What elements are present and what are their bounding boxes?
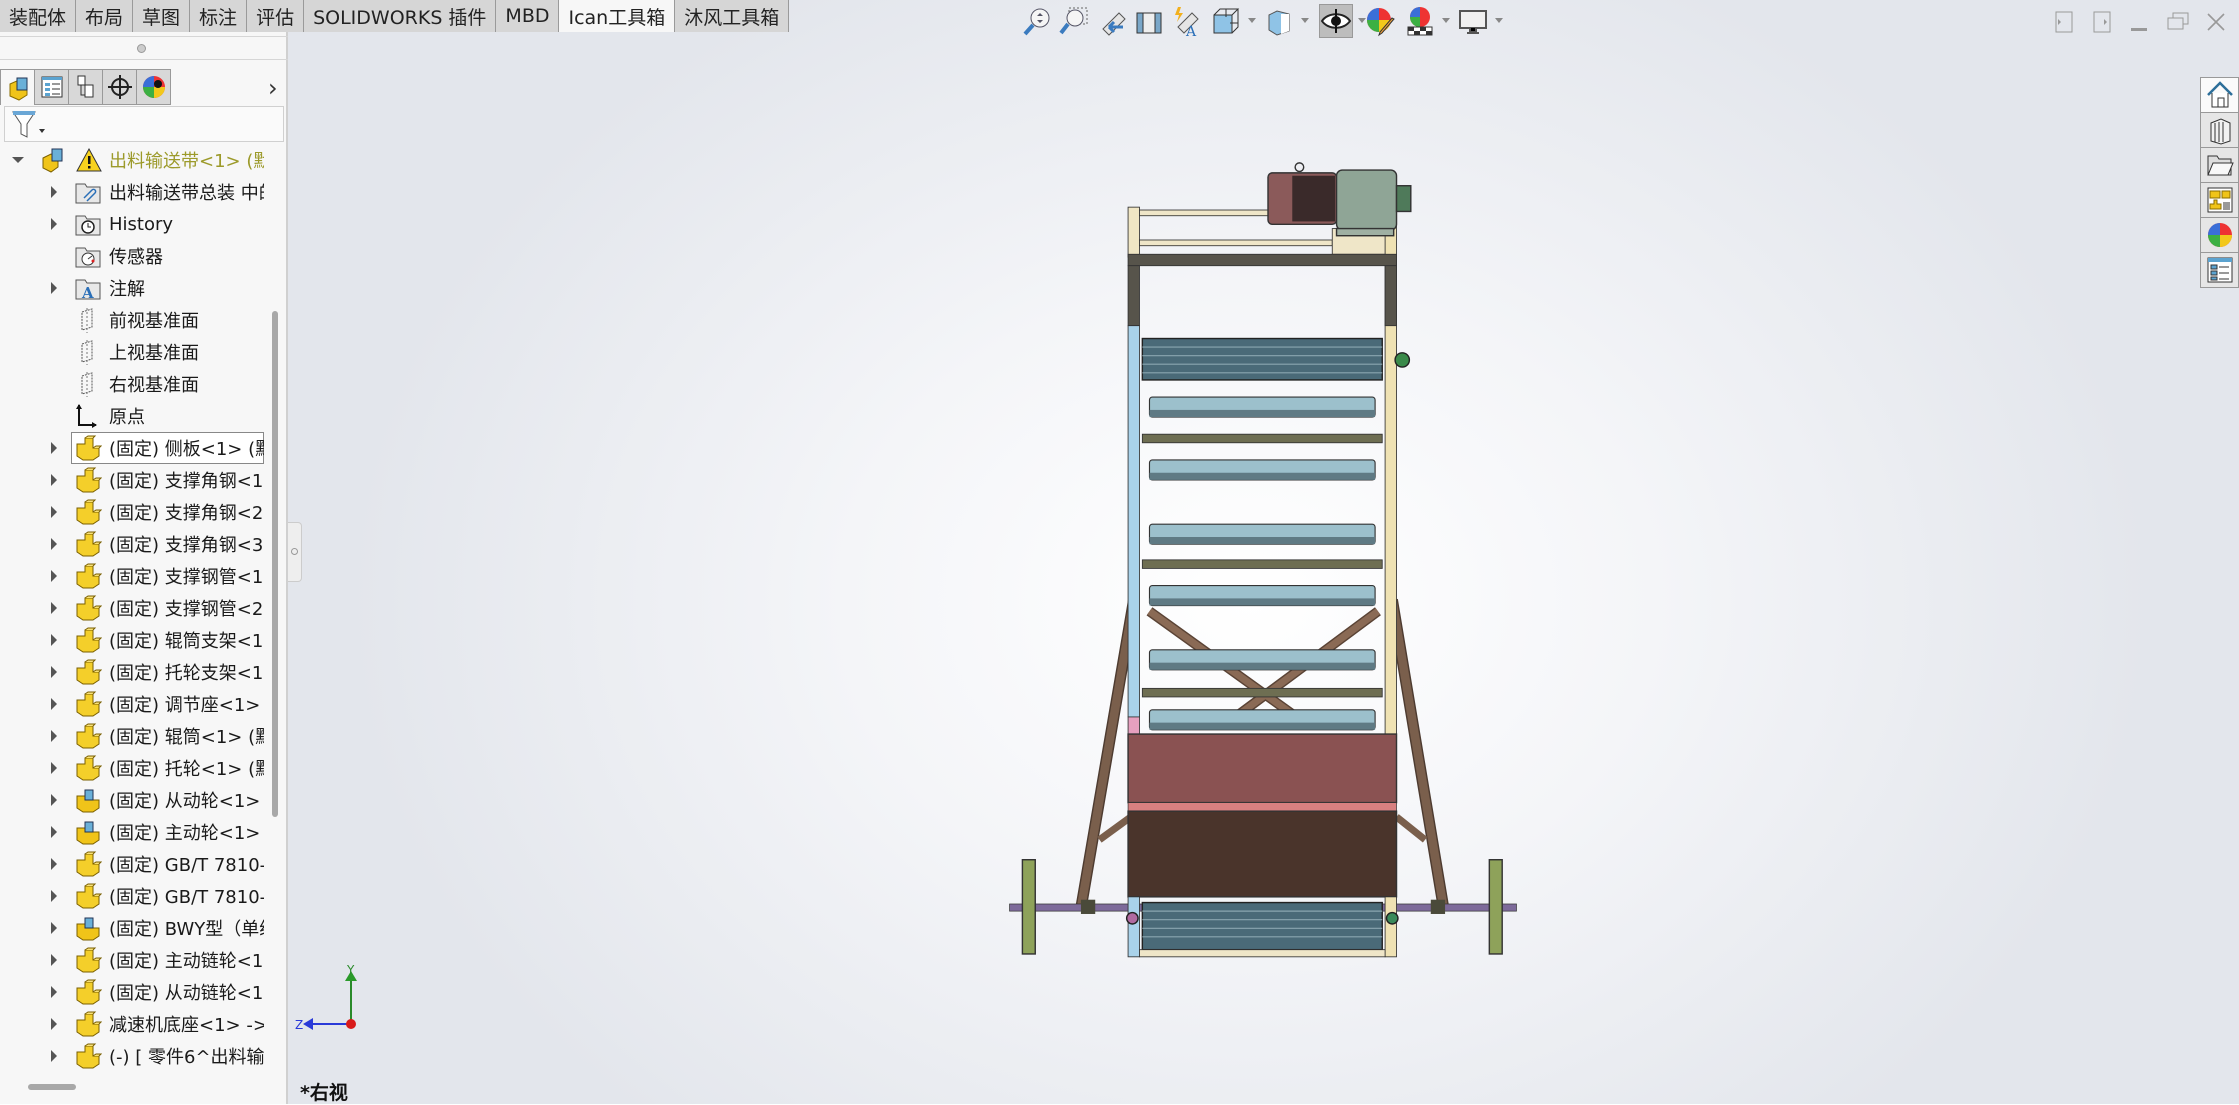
support-rod: [1141, 433, 1383, 444]
reference-triad: Y Z: [295, 963, 365, 1039]
roller-shadow: [1149, 472, 1376, 480]
top-drum-roller: [1141, 337, 1411, 381]
roller-shadow: [1149, 722, 1376, 730]
support-rod: [1141, 559, 1383, 569]
triad-y-label: Y: [346, 965, 355, 977]
bottom-drum-roller: [1125, 896, 1399, 958]
support-rod: [1141, 687, 1383, 698]
roller-shadow: [1149, 662, 1376, 670]
drive-motor: [1267, 162, 1412, 237]
triad-z-label: Z: [295, 1018, 303, 1032]
roller-shadow: [1149, 409, 1376, 418]
idler-rollers: [1141, 396, 1383, 731]
roller-shadow: [1149, 598, 1376, 606]
hopper-box: [1127, 733, 1398, 898]
assembly-model-right-view[interactable]: [0, 0, 2239, 1104]
view-orientation-name: *右视: [300, 1082, 348, 1104]
roller-shadow: [1149, 537, 1376, 545]
